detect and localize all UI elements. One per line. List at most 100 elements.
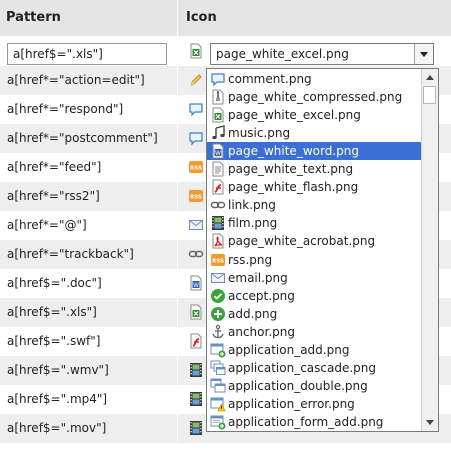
link-icon — [188, 246, 204, 262]
anchor-icon — [210, 324, 226, 340]
column-divider — [177, 327, 178, 356]
dropdown-option-label: link.png — [228, 198, 276, 212]
dropdown-option-label: page_white_compressed.png — [228, 90, 403, 104]
dropdown-option[interactable]: link.png — [207, 196, 423, 214]
dropdown-option[interactable]: comment.png — [207, 70, 423, 88]
icon-select[interactable]: page_white_excel.png — [210, 43, 434, 65]
dropdown-option[interactable]: email.png — [207, 269, 423, 287]
excel-icon — [188, 43, 204, 59]
dropdown-option[interactable]: application_double.png — [207, 377, 423, 395]
svg-text:W: W — [215, 150, 221, 157]
column-divider — [177, 153, 178, 182]
dropdown-option[interactable]: application_cascade.png — [207, 359, 423, 377]
dropdown-option-label: page_white_excel.png — [228, 108, 361, 122]
dropdown-option[interactable]: page_white_flash.png — [207, 178, 423, 196]
dropdown-option-label: page_white_acrobat.png — [228, 234, 376, 248]
dropdown-option-label: music.png — [228, 126, 291, 140]
app-add-icon — [210, 342, 226, 358]
dropdown-option[interactable]: application_error.png — [207, 395, 423, 413]
email-icon — [210, 270, 226, 286]
excel-icon — [210, 107, 226, 123]
pattern-text: a[href*="rss2"] — [7, 189, 100, 203]
dropdown-option-label: application_error.png — [228, 397, 355, 411]
pattern-text: a[href$=".mov"] — [7, 421, 107, 435]
dropdown-option[interactable]: anchor.png — [207, 323, 423, 341]
column-divider — [177, 211, 178, 240]
dropdown-option[interactable]: page_white_acrobat.png — [207, 232, 423, 250]
dropdown-option[interactable]: page_white_text.png — [207, 160, 423, 178]
pattern-text: a[href$=".mp4"] — [7, 392, 108, 406]
dropdown-option-label: email.png — [228, 271, 288, 285]
scroll-up-button[interactable] — [422, 69, 438, 85]
rss-icon: RSS — [188, 188, 204, 204]
dropdown-option[interactable]: add.png — [207, 305, 423, 323]
column-divider — [177, 124, 178, 153]
dropdown-option[interactable]: accept.png — [207, 287, 423, 305]
pattern-text: a[href$=".xls"] — [7, 305, 97, 319]
pattern-text: a[href$=".wmv"] — [7, 363, 109, 377]
dropdown-option[interactable]: RSS rss.png — [207, 251, 423, 269]
flash-icon — [188, 333, 204, 349]
table-header: Pattern Icon — [0, 0, 451, 36]
add-icon — [210, 306, 226, 322]
rss-icon: RSS — [210, 252, 226, 268]
dropdown-option-label: anchor.png — [228, 325, 295, 339]
dropdown-option-label: accept.png — [228, 289, 295, 303]
pattern-text: a[href*="postcomment"] — [7, 131, 158, 145]
dropdown-option-label: film.png — [228, 216, 278, 230]
dropdown-option-label: rss.png — [228, 253, 273, 267]
chevron-up-icon — [426, 75, 434, 80]
dropdown-scrollbar[interactable] — [421, 69, 438, 431]
dropdown-option[interactable]: music.png — [207, 124, 423, 142]
word-icon: W — [188, 275, 204, 291]
dropdown-option-label: page_white_text.png — [228, 162, 354, 176]
film-icon — [210, 215, 226, 231]
dropdown-option-label: application_double.png — [228, 379, 368, 393]
word-icon: W — [210, 143, 226, 159]
column-divider — [177, 240, 178, 269]
pattern-column-header: Pattern — [6, 10, 61, 25]
dropdown-option-label: application_cascade.png — [228, 361, 377, 375]
dropdown-option[interactable]: film.png — [207, 214, 423, 232]
acrobat-icon — [210, 233, 226, 249]
pattern-text: a[href*="action=edit"] — [7, 73, 145, 87]
chevron-down-icon — [426, 420, 434, 425]
link-icon — [210, 197, 226, 213]
film-icon — [188, 362, 204, 378]
column-divider — [177, 0, 178, 36]
dropdown-option[interactable]: application_form_add.png — [207, 413, 423, 431]
flash-icon — [210, 179, 226, 195]
pattern-input[interactable] — [7, 43, 167, 65]
rss-icon: RSS — [188, 159, 204, 175]
pattern-text: a[href$=".doc"] — [7, 276, 102, 290]
column-divider — [177, 298, 178, 327]
music-icon — [210, 125, 226, 141]
comment-icon — [210, 71, 226, 87]
pattern-text: a[href*="feed"] — [7, 160, 102, 174]
dropdown-option-label: add.png — [228, 307, 278, 321]
dropdown-button[interactable] — [414, 44, 433, 64]
dropdown-option-label: comment.png — [228, 72, 312, 86]
column-divider — [177, 356, 178, 385]
dropdown-option[interactable]: Wpage_white_word.png — [207, 142, 423, 160]
app-form-add-icon — [210, 414, 226, 430]
column-divider — [177, 66, 178, 95]
scroll-thumb[interactable] — [423, 86, 436, 104]
dropdown-option-label: page_white_word.png — [228, 144, 359, 158]
email-icon — [188, 217, 204, 233]
icon-dropdown-list: comment.png page_white_compressed.pngpage… — [206, 68, 439, 432]
pencil-icon — [188, 72, 204, 88]
pattern-text: a[href*="@"] — [7, 218, 87, 232]
dropdown-option[interactable]: page_white_compressed.png — [207, 88, 423, 106]
dropdown-option[interactable]: application_add.png — [207, 341, 423, 359]
column-divider — [177, 269, 178, 298]
column-divider — [177, 95, 178, 124]
accept-icon — [210, 288, 226, 304]
scroll-down-button[interactable] — [422, 415, 438, 431]
dropdown-option-label: page_white_flash.png — [228, 180, 359, 194]
compressed-icon — [210, 89, 226, 105]
pattern-text: a[href*="trackback"] — [7, 247, 134, 261]
icon-select-value: page_white_excel.png — [216, 47, 349, 61]
dropdown-option[interactable]: page_white_excel.png — [207, 106, 423, 124]
app-error-icon — [210, 396, 226, 412]
